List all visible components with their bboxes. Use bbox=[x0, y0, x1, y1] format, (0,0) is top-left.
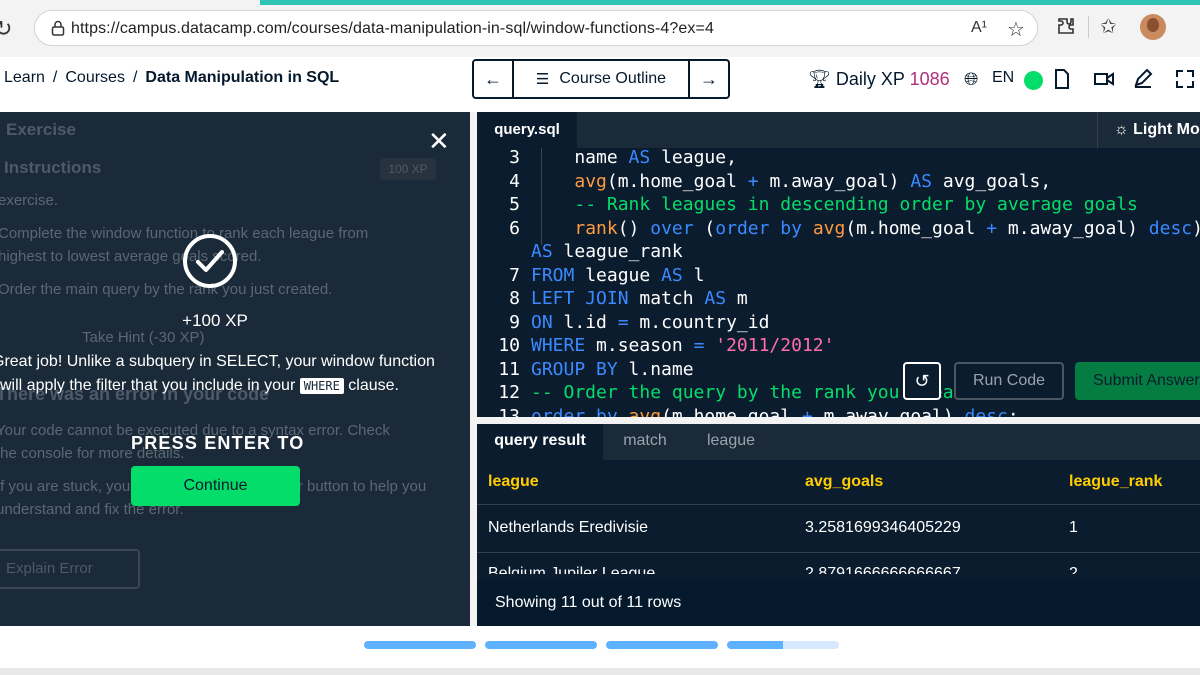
trophy-icon: 🏆︎ bbox=[808, 69, 831, 89]
tab-match[interactable]: match bbox=[604, 424, 686, 460]
instruction-text: Order the main query by the rank you jus… bbox=[0, 281, 333, 298]
breadcrumb: Learn / Courses / Data Manipulation in SQL bbox=[4, 69, 347, 87]
row-count-footer: Showing 11 out of 11 rows bbox=[477, 581, 1200, 626]
explain-error-button[interactable]: Explain Error bbox=[0, 549, 140, 589]
feedback-text: clause. bbox=[348, 377, 399, 394]
progress-segment bbox=[606, 641, 718, 649]
feedback-line: Great job! Unlike a subquery in SELECT, … bbox=[0, 353, 435, 370]
lock-icon bbox=[51, 20, 65, 36]
table-cell: Netherlands Eredivisie bbox=[488, 519, 649, 536]
run-code-button[interactable]: Run Code bbox=[954, 362, 1064, 400]
tab-query-result[interactable]: query result bbox=[477, 424, 603, 460]
tab-query-sql[interactable]: query.sql bbox=[477, 112, 577, 148]
table-cell: Belgium Jupiler League bbox=[488, 565, 656, 574]
daily-xp-value: 1086 bbox=[909, 69, 950, 89]
table-cell: 3.2581699346405229 bbox=[805, 519, 961, 536]
breadcrumb-course[interactable]: Data Manipulation in SQL bbox=[145, 69, 339, 86]
read-aloud-icon[interactable]: A¹ bbox=[971, 19, 987, 37]
row-divider bbox=[477, 504, 1200, 505]
globe-icon[interactable]: 🌐︎ bbox=[964, 69, 978, 90]
video-icon[interactable] bbox=[1094, 71, 1114, 87]
breadcrumb-learn[interactable]: Learn bbox=[4, 69, 45, 86]
menu-icon: ☰ bbox=[535, 71, 550, 88]
favorite-star-icon[interactable]: ☆ bbox=[1007, 17, 1025, 42]
address-bar[interactable]: https://campus.datacamp.com/courses/data… bbox=[34, 10, 1038, 46]
pencil-icon[interactable] bbox=[1133, 68, 1153, 88]
status-dot bbox=[1024, 71, 1043, 90]
arrow-right-icon: → bbox=[700, 68, 718, 89]
app-header: Learn / Courses / Data Manipulation in SQL ←… bbox=[0, 57, 1200, 112]
submit-answer-button[interactable]: Submit Answer bbox=[1075, 362, 1200, 400]
xp-gain: +100 XP bbox=[182, 311, 248, 330]
tab-league[interactable]: league bbox=[687, 424, 775, 460]
course-outline-label: Course Outline bbox=[559, 70, 667, 87]
taskbar-edge bbox=[0, 668, 1200, 675]
feedback-message: Great job! Unlike a subquery in SELECT, … bbox=[0, 350, 452, 398]
light-mode-toggle[interactable]: ☼ Light Mode bbox=[1097, 112, 1200, 148]
feedback-line: will apply the filter that you include i… bbox=[0, 374, 452, 398]
explain-error-label: Explain Error bbox=[6, 560, 93, 577]
arrow-left-icon: ← bbox=[484, 68, 502, 89]
press-enter-label: PRESS ENTER TO bbox=[131, 433, 305, 453]
reset-icon: ↺ bbox=[914, 371, 930, 391]
browser-toolbar: ↻ https://campus.datacamp.com/courses/da… bbox=[0, 0, 1200, 57]
column-header-league-rank: league_rank bbox=[1069, 473, 1163, 490]
progress-segment bbox=[727, 641, 839, 649]
table-cell: 2 bbox=[1069, 565, 1078, 574]
results-panel: query result match league league avg_goa… bbox=[477, 424, 1200, 626]
url-text: https://campus.datacamp.com/courses/data… bbox=[71, 20, 714, 37]
light-mode-label: Light Mode bbox=[1133, 121, 1200, 138]
instructions-heading: Instructions bbox=[4, 158, 102, 177]
table-cell: 1 bbox=[1069, 519, 1078, 536]
daily-xp[interactable]: 🏆︎ Daily XP 1086 bbox=[808, 69, 950, 90]
toolbar-separator bbox=[1088, 16, 1089, 38]
breadcrumb-separator: / bbox=[132, 69, 138, 86]
breadcrumb-courses[interactable]: Courses bbox=[65, 69, 125, 86]
column-header-league: league bbox=[488, 473, 539, 490]
table-cell: 2.8791666666666667 bbox=[805, 565, 961, 574]
code-editor[interactable]: query.sql ☼ Light Mode 3 name AS league,… bbox=[477, 112, 1200, 417]
editor-tabs: query.sql ☼ Light Mode bbox=[477, 112, 1200, 148]
extensions-icon[interactable] bbox=[1056, 16, 1076, 36]
breadcrumb-separator: / bbox=[52, 69, 58, 86]
expand-icon[interactable] bbox=[1176, 70, 1194, 88]
reset-code-button[interactable]: ↺ bbox=[903, 362, 941, 400]
favorites-icon[interactable]: ✩ bbox=[1100, 14, 1117, 39]
feedback-text: will apply the filter that you include i… bbox=[0, 377, 296, 394]
progress-segment bbox=[364, 641, 476, 649]
sun-icon: ☼ bbox=[1114, 121, 1129, 138]
column-header-avg-goals: avg_goals bbox=[805, 473, 884, 490]
table-row: Belgium Jupiler League 2.879166666666666… bbox=[477, 564, 1200, 574]
progress-segment bbox=[485, 641, 597, 649]
inline-code: WHERE bbox=[299, 378, 344, 394]
xp-badge: 100 XP bbox=[380, 158, 436, 180]
take-hint-button[interactable]: Take Hint (-30 XP) bbox=[82, 329, 205, 346]
instruction-text: exercise. bbox=[0, 192, 59, 209]
active-tab-strip bbox=[260, 0, 1200, 5]
course-outline-button[interactable]: ☰ Course Outline bbox=[514, 61, 690, 97]
exercise-title: Exercise bbox=[6, 120, 76, 139]
language-select[interactable]: EN bbox=[992, 69, 1014, 87]
exercise-panel: Exercise Instructions 100 XP exercise. C… bbox=[0, 112, 470, 626]
profile-avatar[interactable] bbox=[1140, 14, 1166, 40]
result-tabs: query result match league bbox=[477, 424, 1200, 460]
slides-icon[interactable] bbox=[1054, 69, 1070, 89]
exercise-nav: ← ☰ Course Outline → bbox=[472, 59, 730, 99]
daily-xp-label: Daily XP bbox=[835, 69, 905, 89]
next-exercise-button[interactable]: → bbox=[690, 61, 728, 97]
row-divider bbox=[477, 552, 1200, 553]
continue-button[interactable]: Continue bbox=[131, 466, 300, 506]
refresh-icon[interactable]: ↻ bbox=[0, 16, 12, 42]
check-circle-icon bbox=[183, 234, 237, 288]
close-icon[interactable]: ✕ bbox=[428, 128, 450, 154]
previous-exercise-button[interactable]: ← bbox=[474, 61, 514, 97]
